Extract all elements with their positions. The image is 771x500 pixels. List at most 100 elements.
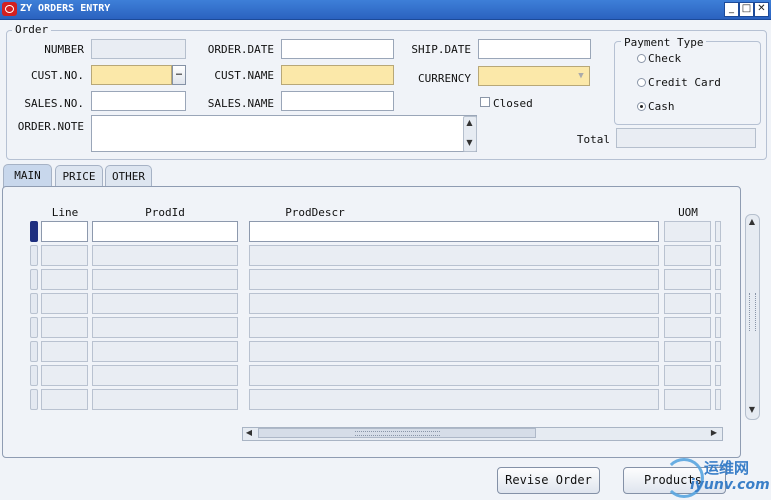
line-cell[interactable]: [41, 389, 88, 410]
minimize-icon[interactable]: _: [724, 2, 739, 17]
scroll-up-icon[interactable]: ▲: [464, 117, 475, 129]
order-date-field[interactable]: [281, 39, 394, 59]
row-indicator[interactable]: [30, 365, 38, 386]
row-indicator[interactable]: [30, 245, 38, 266]
prodid-cell[interactable]: [92, 269, 238, 290]
proddescr-cell[interactable]: [249, 269, 659, 290]
prodid-cell[interactable]: [92, 293, 238, 314]
sales-name-field[interactable]: [281, 91, 394, 111]
extra-cell[interactable]: [715, 221, 721, 242]
row-indicator[interactable]: [30, 293, 38, 314]
oracle-logo-icon: [2, 2, 17, 16]
scroll-right-icon[interactable]: ▶: [708, 427, 720, 439]
prodid-cell[interactable]: [92, 389, 238, 410]
payment-check-radio[interactable]: [637, 54, 646, 63]
tab-other[interactable]: OTHER: [105, 165, 152, 187]
row-indicator[interactable]: [30, 389, 38, 410]
extra-cell[interactable]: [715, 341, 721, 362]
uom-cell[interactable]: [664, 245, 711, 266]
row-indicator[interactable]: [30, 269, 38, 290]
extra-cell[interactable]: [715, 389, 721, 410]
line-cell[interactable]: [41, 317, 88, 338]
col-header-uom: UOM: [678, 206, 698, 219]
closed-label: Closed: [493, 97, 533, 110]
row-indicator[interactable]: [30, 341, 38, 362]
payment-credit-card-radio[interactable]: [637, 78, 646, 87]
cust-no-lov-button[interactable]: …: [172, 65, 186, 85]
watermark-site: iyunv.com: [690, 477, 770, 493]
scroll-down-icon[interactable]: ▼: [746, 404, 758, 416]
proddescr-cell[interactable]: [249, 389, 659, 410]
line-cell[interactable]: [41, 245, 88, 266]
cust-name-field[interactable]: [281, 65, 394, 85]
revise-order-button[interactable]: Revise Order: [497, 467, 600, 494]
proddescr-cell[interactable]: [249, 317, 659, 338]
proddescr-cell[interactable]: [249, 365, 659, 386]
row-indicator[interactable]: [30, 221, 38, 242]
uom-cell[interactable]: [664, 389, 711, 410]
ship-date-label: SHIP.DATE: [411, 43, 471, 56]
extra-cell[interactable]: [715, 269, 721, 290]
prodid-cell[interactable]: [92, 221, 238, 242]
title-bar: [0, 0, 771, 20]
prodid-cell[interactable]: [92, 341, 238, 362]
order-note-textarea[interactable]: [91, 115, 477, 152]
scroll-grip-icon[interactable]: [749, 293, 756, 331]
uom-cell[interactable]: [664, 317, 711, 338]
scroll-down-icon[interactable]: ▼: [464, 137, 475, 149]
uom-cell[interactable]: [664, 365, 711, 386]
row-indicator[interactable]: [30, 317, 38, 338]
scroll-left-icon[interactable]: ◀: [243, 427, 255, 439]
tab-main[interactable]: MAIN: [3, 164, 52, 188]
cust-no-label: CUST.NO.: [31, 69, 84, 82]
payment-credit-card-label: Credit Card: [648, 76, 721, 89]
tab-price[interactable]: PRICE: [55, 165, 103, 187]
closed-checkbox[interactable]: [480, 97, 490, 107]
chevron-down-icon[interactable]: ▼: [572, 67, 590, 85]
uom-cell[interactable]: [664, 341, 711, 362]
order-note-label: ORDER.NOTE: [17, 120, 84, 133]
uom-cell[interactable]: [664, 269, 711, 290]
line-cell[interactable]: [41, 341, 88, 362]
extra-cell[interactable]: [715, 245, 721, 266]
line-cell[interactable]: [41, 221, 88, 242]
proddescr-cell[interactable]: [249, 293, 659, 314]
number-label: NUMBER: [44, 43, 84, 56]
uom-cell[interactable]: [664, 293, 711, 314]
proddescr-cell[interactable]: [249, 245, 659, 266]
number-field[interactable]: [91, 39, 186, 59]
col-header-proddescr: ProdDescr: [285, 206, 345, 219]
cust-name-label: CUST.NAME: [214, 69, 274, 82]
uom-cell[interactable]: [664, 221, 711, 242]
sales-no-field[interactable]: [91, 91, 186, 111]
line-cell[interactable]: [41, 269, 88, 290]
proddescr-cell[interactable]: [249, 341, 659, 362]
col-header-line: Line: [51, 206, 79, 219]
window-title: ZY ORDERS ENTRY: [20, 3, 111, 14]
maximize-icon[interactable]: □: [739, 2, 754, 17]
close-icon[interactable]: ✕: [754, 2, 769, 17]
cust-no-field[interactable]: [91, 65, 172, 85]
total-field: [616, 128, 756, 148]
prodid-cell[interactable]: [92, 317, 238, 338]
sales-no-label: SALES.NO.: [24, 97, 84, 110]
currency-label: CURRENCY: [418, 72, 471, 85]
prodid-cell[interactable]: [92, 365, 238, 386]
scroll-grip-icon[interactable]: [355, 431, 440, 436]
prodid-cell[interactable]: [92, 245, 238, 266]
total-label: Total: [576, 133, 610, 146]
scroll-up-icon[interactable]: ▲: [746, 216, 758, 228]
watermark-brand: 运维网: [704, 459, 750, 477]
extra-cell[interactable]: [715, 365, 721, 386]
col-header-prodid: ProdId: [145, 206, 185, 219]
ship-date-field[interactable]: [478, 39, 591, 59]
sales-name-label: SALES.NAME: [207, 97, 274, 110]
extra-cell[interactable]: [715, 317, 721, 338]
order-group-label: Order: [12, 23, 52, 36]
payment-type-label: Payment Type: [621, 36, 707, 49]
extra-cell[interactable]: [715, 293, 721, 314]
line-cell[interactable]: [41, 365, 88, 386]
payment-cash-radio[interactable]: [637, 102, 646, 111]
proddescr-cell[interactable]: [249, 221, 659, 242]
line-cell[interactable]: [41, 293, 88, 314]
